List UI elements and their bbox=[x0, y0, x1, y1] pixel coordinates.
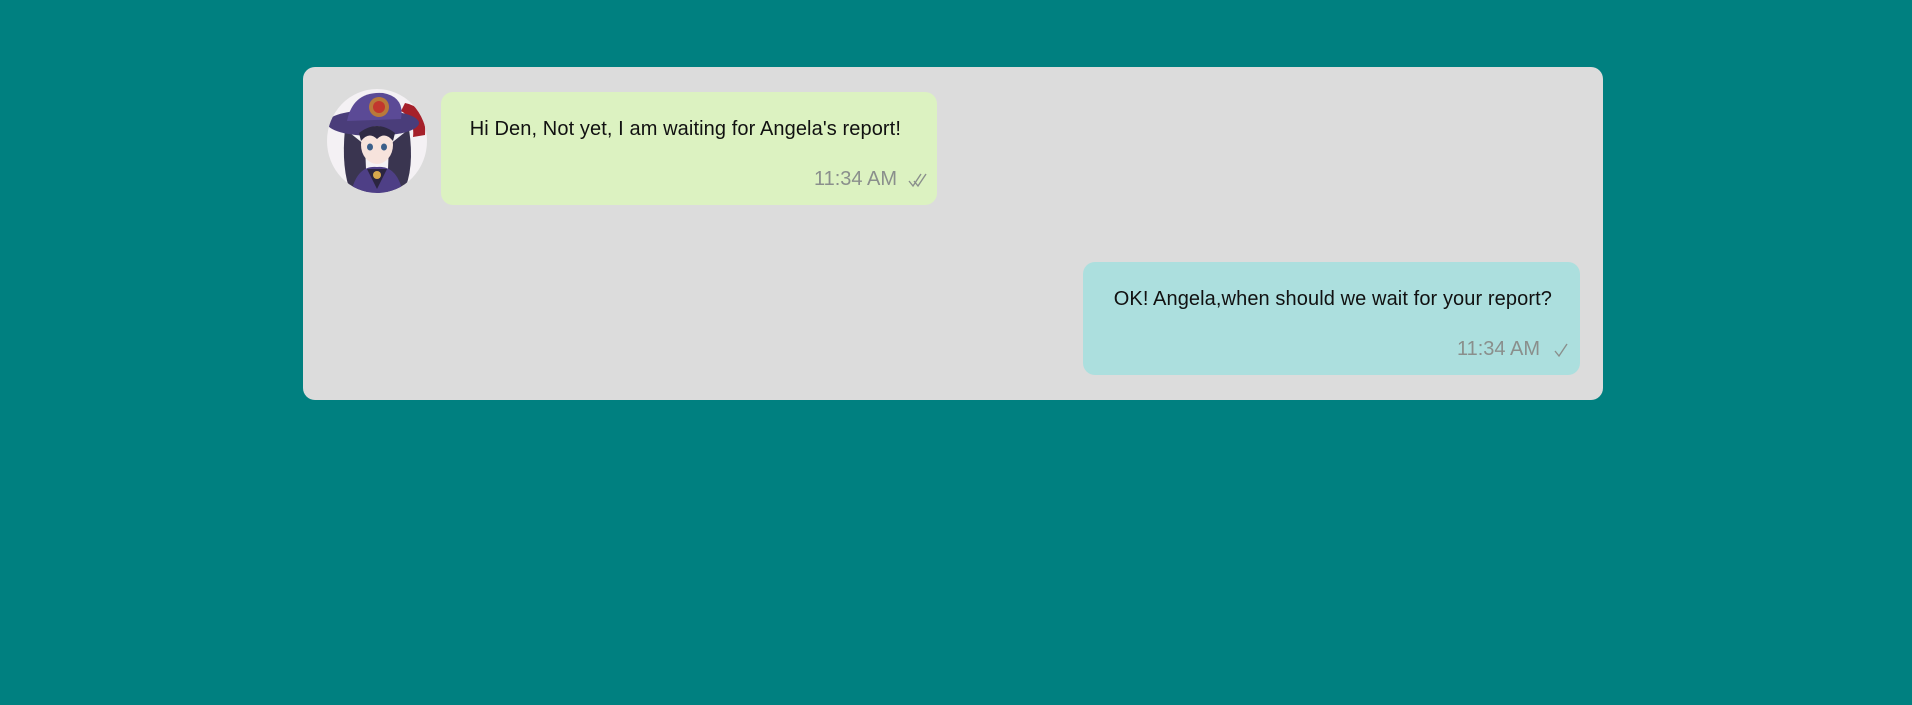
chat-panel: Hi Den, Not yet, I am waiting for Angela… bbox=[303, 67, 1603, 400]
avatar-portrait-icon bbox=[327, 89, 427, 193]
single-check-icon bbox=[1554, 343, 1568, 357]
double-check-icon bbox=[908, 173, 927, 187]
message-timestamp: 11:34 AM bbox=[1456, 338, 1540, 360]
message-meta: 11:34 AM bbox=[814, 168, 929, 191]
message-bubble-outgoing[interactable]: OK! Angela,when should we wait for your … bbox=[1083, 262, 1580, 375]
message-text: Hi Den, Not yet, I am waiting for Angela… bbox=[469, 118, 901, 140]
contact-avatar[interactable] bbox=[327, 89, 427, 193]
message-timestamp: 11:34 AM bbox=[813, 168, 897, 190]
message-text: OK! Angela,when should we wait for your … bbox=[1113, 288, 1552, 310]
message-bubble-incoming[interactable]: Hi Den, Not yet, I am waiting for Angela… bbox=[441, 92, 937, 205]
message-meta: 11:34 AM bbox=[1457, 338, 1572, 361]
